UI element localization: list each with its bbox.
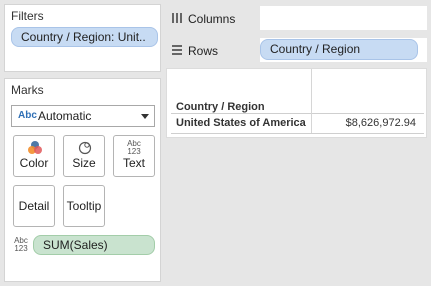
marks-card: Marks Abc Automatic Color Size Abc 123 T…	[4, 78, 161, 282]
chevron-down-icon	[141, 114, 149, 119]
view-area: Country / Region United States of Americ…	[166, 68, 427, 138]
sum-sales-pill[interactable]: SUM(Sales)	[33, 235, 155, 255]
table-header-underline	[171, 113, 424, 114]
filters-card: Filters Country / Region: Unit..	[4, 4, 161, 72]
filters-title: Filters	[11, 9, 44, 23]
rows-label: Rows	[188, 44, 219, 58]
color-icon	[28, 141, 42, 154]
table-header-country-region: Country / Region	[176, 101, 265, 113]
rows-shelf[interactable]: Rows Country / Region	[166, 36, 427, 64]
columns-shelf[interactable]: Columns	[166, 4, 427, 32]
marks-title: Marks	[11, 83, 44, 97]
table-header-divider	[311, 69, 312, 113]
abc-123-icon: Abc 123	[127, 139, 141, 156]
rows-pill-country-region[interactable]: Country / Region	[260, 39, 418, 60]
table-row-value[interactable]: $8,626,972.94	[346, 117, 416, 129]
tooltip-button-label: Tooltip	[66, 199, 102, 213]
tooltip-button[interactable]: Tooltip	[63, 185, 105, 227]
columns-drop-area[interactable]	[260, 6, 427, 30]
columns-label: Columns	[188, 12, 236, 26]
table-cell-divider	[311, 113, 312, 133]
filter-pill-country-region[interactable]: Country / Region: Unit..	[11, 27, 158, 47]
abc-123-field-icon: Abc 123	[14, 236, 28, 253]
rows-icon	[172, 45, 182, 55]
color-button-label: Color	[19, 156, 49, 170]
mark-type-dropdown[interactable]: Abc Automatic	[11, 105, 155, 127]
detail-button-label: Detail	[18, 199, 50, 213]
color-button[interactable]: Color	[13, 135, 55, 177]
text-button-label: Text	[122, 156, 145, 170]
text-mark-icon: Abc	[18, 110, 37, 121]
table-row-label[interactable]: United States of America	[176, 117, 306, 129]
size-button-label: Size	[72, 156, 96, 170]
mark-type-value: Automatic	[38, 109, 92, 123]
columns-icon	[172, 13, 182, 23]
detail-button[interactable]: Detail	[13, 185, 55, 227]
rows-drop-area[interactable]: Country / Region	[260, 38, 427, 62]
size-button[interactable]: Size	[63, 135, 105, 177]
text-button[interactable]: Abc 123 Text	[113, 135, 155, 177]
size-icon	[78, 141, 92, 155]
table-row-underline	[171, 133, 424, 134]
